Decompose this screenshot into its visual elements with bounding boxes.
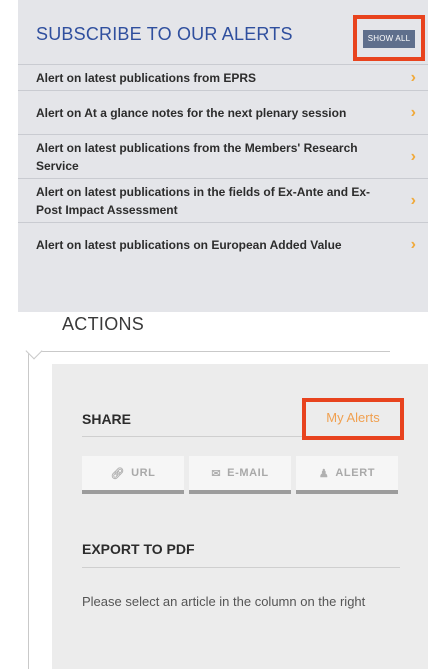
share-url-button[interactable]: 🔗︎ URL (82, 456, 184, 494)
alert-item-members-research[interactable]: Alert on latest publications from the Me… (18, 134, 428, 178)
chevron-right-icon: › (410, 68, 416, 86)
share-email-button[interactable]: ✉︎ E-MAIL (189, 456, 291, 494)
bell-icon: ♟︎ (318, 467, 330, 480)
alert-item-label: Alert on At a glance notes for the next … (36, 105, 347, 120)
actions-side-line (28, 352, 29, 669)
actions-title: ACTIONS (62, 314, 145, 334)
link-icon: 🔗︎ (110, 467, 126, 480)
alert-item-european-added-value[interactable]: Alert on latest publications on European… (18, 222, 428, 266)
my-alerts-link[interactable]: My Alerts (306, 410, 400, 425)
share-email-label: E-MAIL (227, 467, 269, 479)
export-note: Please select an article in the column o… (82, 594, 366, 609)
show-all-highlight: SHOW ALL (353, 15, 425, 61)
alert-item-label: Alert on latest publications in the fiel… (36, 184, 371, 217)
chevron-right-icon: › (410, 191, 416, 209)
share-url-label: URL (131, 467, 156, 479)
export-divider (82, 567, 400, 568)
subscribe-panel: SUBSCRIBE TO OUR ALERTS SHOW ALL Alert o… (18, 0, 428, 312)
share-alert-label: ALERT (335, 467, 376, 479)
alert-item-label: Alert on latest publications from EPRS (36, 70, 257, 85)
actions-panel: SHARE My Alerts 🔗︎ URL ✉︎ E-MAIL ♟︎ ALER… (52, 364, 428, 669)
alert-item-at-a-glance[interactable]: Alert on At a glance notes for the next … (18, 90, 428, 134)
email-icon: ✉︎ (211, 467, 222, 480)
alert-item-label: Alert on latest publications from the Me… (36, 140, 358, 173)
chevron-right-icon: › (410, 147, 416, 165)
share-buttons: 🔗︎ URL ✉︎ E-MAIL ♟︎ ALERT (82, 456, 398, 494)
export-pdf-title: EXPORT TO PDF (82, 541, 195, 557)
alert-item-eprs[interactable]: Alert on latest publications from EPRS › (18, 64, 428, 90)
share-title: SHARE (82, 411, 132, 427)
chevron-right-icon: › (410, 235, 416, 253)
my-alerts-highlight: My Alerts (302, 398, 404, 440)
subscribe-header: SUBSCRIBE TO OUR ALERTS SHOW ALL (18, 0, 428, 64)
chevron-right-icon: › (410, 103, 416, 121)
share-alert-button[interactable]: ♟︎ ALERT (296, 456, 398, 494)
alert-list: Alert on latest publications from EPRS ›… (18, 64, 428, 266)
show-all-button[interactable]: SHOW ALL (363, 30, 415, 48)
alert-item-label: Alert on latest publications on European… (36, 237, 342, 252)
alert-item-impact-assessment[interactable]: Alert on latest publications in the fiel… (18, 178, 428, 222)
subscribe-title: SUBSCRIBE TO OUR ALERTS (36, 24, 293, 44)
actions-divider (28, 351, 390, 352)
